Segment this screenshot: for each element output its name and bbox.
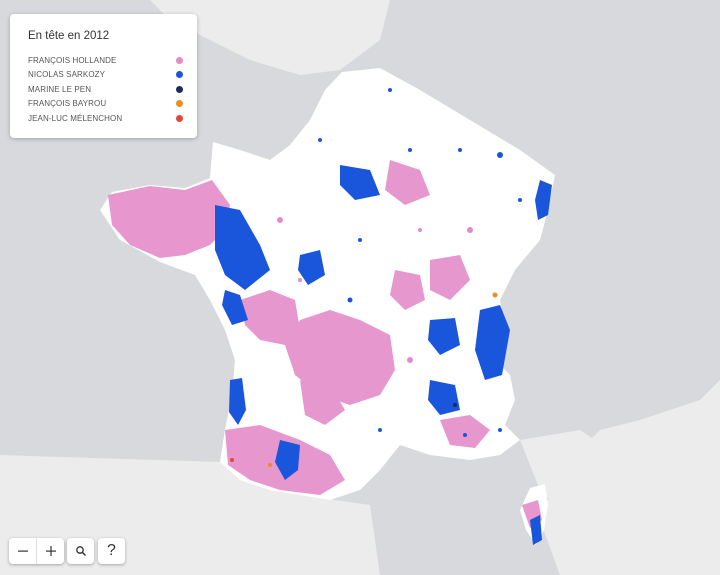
commune-dot — [268, 463, 272, 467]
commune-dot — [497, 152, 503, 158]
legend-item-bayrou: FRANÇOIS BAYROU — [28, 97, 183, 112]
zoom-control — [9, 538, 64, 564]
legend-item-le-pen: MARINE LE PEN — [28, 82, 183, 97]
legend-panel: En tête en 2012 FRANÇOIS HOLLANDE NICOLA… — [10, 14, 197, 138]
zoom-in-button[interactable] — [36, 538, 64, 564]
commune-dot — [418, 228, 422, 232]
commune-dot — [467, 227, 473, 233]
commune-dot — [230, 458, 234, 462]
commune-dot — [407, 357, 413, 363]
legend-item-sarkozy: NICOLAS SARKOZY — [28, 68, 183, 83]
legend-dot — [176, 85, 183, 93]
commune-dot — [347, 297, 353, 303]
commune-dot — [498, 428, 502, 432]
legend-item-melenchon: JEAN-LUC MÉLENCHON — [28, 111, 183, 126]
commune-dot — [298, 278, 302, 282]
legend-label: MARINE LE PEN — [28, 84, 92, 94]
legend-label: FRANÇOIS HOLLANDE — [28, 55, 117, 65]
commune-dot — [318, 138, 322, 142]
legend-item-hollande: FRANÇOIS HOLLANDE — [28, 53, 183, 68]
legend-dot — [176, 114, 183, 122]
commune-dot — [518, 198, 522, 202]
legend-dot — [176, 100, 183, 108]
commune-dot — [453, 403, 457, 407]
zoom-out-button[interactable] — [9, 538, 36, 564]
help-control: ? — [98, 538, 125, 564]
legend-dot — [176, 71, 183, 79]
legend-title: En tête en 2012 — [28, 30, 110, 42]
commune-dot — [277, 217, 283, 223]
commune-dot — [378, 428, 382, 432]
legend-dot — [176, 56, 183, 64]
search-control — [67, 538, 94, 564]
commune-dot — [492, 292, 498, 298]
search-button[interactable] — [67, 538, 94, 564]
commune-dot — [408, 148, 412, 152]
commune-dot — [463, 433, 467, 437]
help-button[interactable]: ? — [98, 538, 125, 564]
commune-dot — [388, 88, 392, 92]
legend-label: FRANÇOIS BAYROU — [28, 99, 107, 109]
commune-dot — [358, 238, 362, 242]
magnifier-icon — [75, 546, 86, 556]
legend-label: JEAN-LUC MÉLENCHON — [28, 113, 123, 123]
legend-label: NICOLAS SARKOZY — [28, 70, 106, 80]
commune-dot — [458, 148, 462, 152]
minus-icon — [17, 550, 28, 552]
plus-icon — [45, 546, 56, 556]
